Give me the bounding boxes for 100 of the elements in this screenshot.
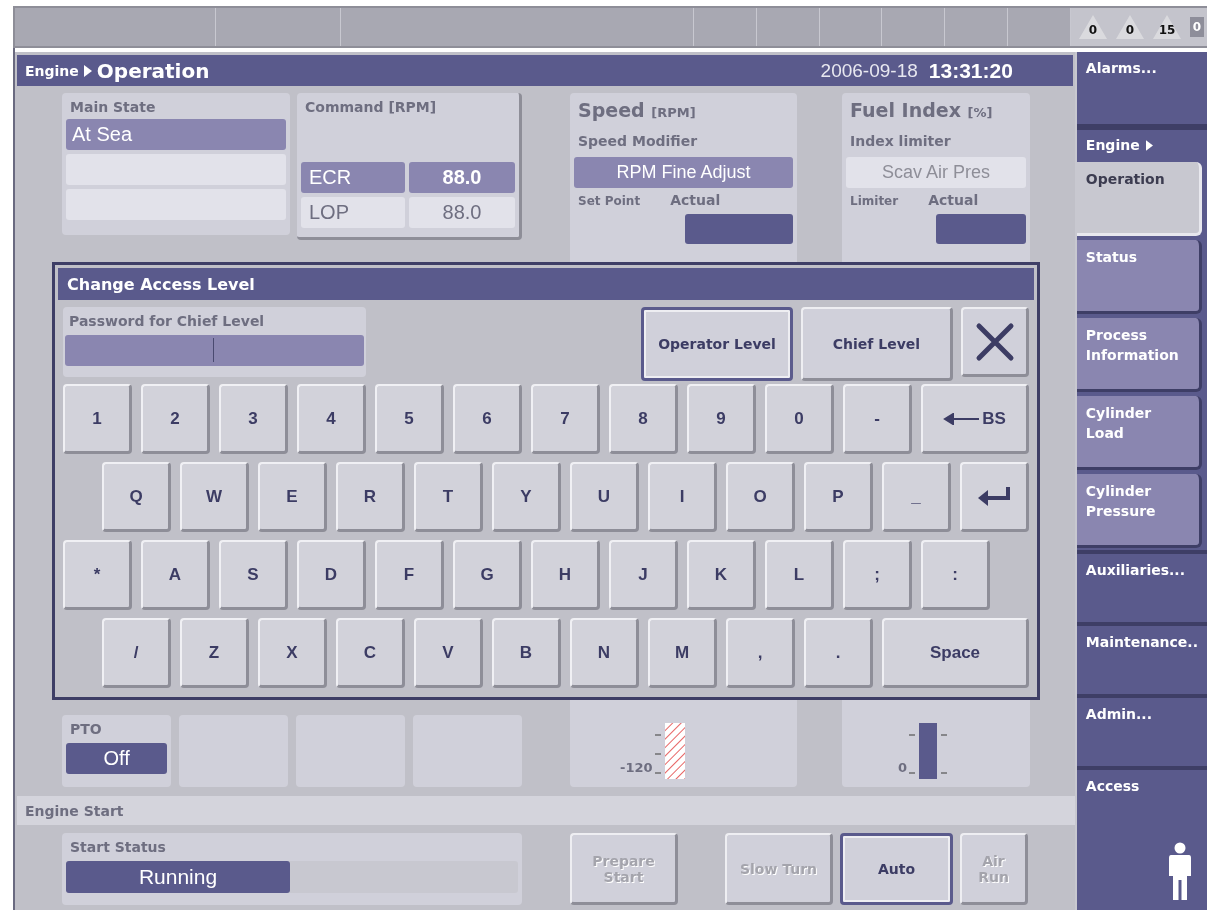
- access-panel[interactable]: Access: [1076, 766, 1207, 910]
- keyboard-key[interactable]: R: [336, 462, 405, 532]
- card-label: Main State: [69, 99, 157, 115]
- keyboard-key[interactable]: B: [492, 618, 561, 688]
- space-key[interactable]: Space: [882, 618, 1029, 688]
- keyboard-key[interactable]: 3: [219, 384, 288, 454]
- keyboard-key[interactable]: *: [63, 540, 132, 610]
- keyboard-key[interactable]: _: [882, 462, 951, 532]
- dialog-title: Change Access Level: [58, 268, 1034, 300]
- card-label: Command [RPM]: [304, 99, 438, 115]
- keyboard-key[interactable]: ;: [843, 540, 912, 610]
- keyboard-key[interactable]: ,: [726, 618, 795, 688]
- keyboard-key[interactable]: T: [414, 462, 483, 532]
- access-level-button[interactable]: Chief Level: [801, 307, 953, 381]
- keyboard-key[interactable]: 6: [453, 384, 522, 454]
- card-label: Start Status: [69, 839, 167, 855]
- keyboard-key[interactable]: .: [804, 618, 873, 688]
- keyboard-key[interactable]: Z: [180, 618, 249, 688]
- keyboard-key[interactable]: 5: [375, 384, 444, 454]
- menu-item[interactable]: Alarms...: [1076, 52, 1207, 124]
- start-status-value: Running: [66, 861, 290, 893]
- access-level-button[interactable]: Operator Level: [641, 307, 793, 381]
- keyboard-key[interactable]: A: [141, 540, 210, 610]
- menu-item[interactable]: Auxiliaries...: [1076, 550, 1207, 622]
- menu-heading: Engine: [1085, 137, 1140, 153]
- speed-modifier: RPM Fine Adjust: [574, 157, 793, 188]
- column-label: Actual: [669, 192, 721, 208]
- enter-key[interactable]: [960, 462, 1029, 532]
- menu-item[interactable]: Admin...: [1076, 694, 1207, 766]
- keyboard-key[interactable]: U: [570, 462, 639, 532]
- time: 13:31:20: [928, 58, 1013, 83]
- card-title: Speed [RPM]: [577, 99, 697, 121]
- keyboard-key[interactable]: E: [258, 462, 327, 532]
- keyboard-key[interactable]: Y: [492, 462, 561, 532]
- section-title: Engine Start: [25, 802, 124, 819]
- gauge-scale: [909, 723, 950, 779]
- arrow-icon: [1145, 139, 1153, 151]
- command-source: LOP: [301, 197, 405, 228]
- left-arrow-icon: [943, 412, 980, 425]
- column-label: Actual: [927, 192, 979, 208]
- keyboard-key[interactable]: 8: [609, 384, 678, 454]
- keyboard-key[interactable]: Q: [102, 462, 171, 532]
- column-label: Set Point: [577, 194, 641, 208]
- keyboard-key[interactable]: H: [531, 540, 600, 610]
- keyboard-key[interactable]: W: [180, 462, 249, 532]
- card-label: PTO: [69, 721, 103, 737]
- alarm-counter: 0: [1079, 15, 1107, 39]
- keyboard-key[interactable]: K: [687, 540, 756, 610]
- keyboard-key[interactable]: 0: [765, 384, 834, 454]
- close-button[interactable]: [961, 307, 1029, 377]
- index-limiter: Scav Air Pres: [846, 157, 1026, 188]
- keyboard-key[interactable]: O: [726, 462, 795, 532]
- close-icon: [974, 321, 1015, 362]
- column-label: Limiter: [849, 194, 899, 208]
- keyboard-key[interactable]: S: [219, 540, 288, 610]
- backspace-key[interactable]: BS: [921, 384, 1029, 454]
- keyboard-key[interactable]: X: [258, 618, 327, 688]
- command-value: 88.0: [409, 197, 515, 228]
- keyboard-key[interactable]: N: [570, 618, 639, 688]
- field-label: Password for Chief Level: [68, 313, 266, 329]
- keyboard-key[interactable]: 4: [297, 384, 366, 454]
- keyboard-key[interactable]: L: [765, 540, 834, 610]
- keyboard-key[interactable]: -: [843, 384, 912, 454]
- scale-label: -120: [620, 760, 653, 775]
- command-value: 88.0: [409, 162, 515, 193]
- keyboard-key[interactable]: I: [648, 462, 717, 532]
- state-item: At Sea: [66, 119, 286, 150]
- breadcrumb: Engine: [25, 62, 79, 79]
- command-source: ECR: [301, 162, 405, 193]
- keyboard-key[interactable]: 9: [687, 384, 756, 454]
- keyboard-key[interactable]: 1: [63, 384, 132, 454]
- arrow-icon: [83, 64, 92, 77]
- pto-value: Off: [66, 743, 168, 774]
- alarm-counter: 0: [1116, 15, 1144, 39]
- keyboard-key[interactable]: D: [297, 540, 366, 610]
- keyboard-key[interactable]: :: [921, 540, 990, 610]
- keyboard-key[interactable]: M: [648, 618, 717, 688]
- keyboard-key[interactable]: /: [102, 618, 171, 688]
- scale-label: 0: [898, 760, 908, 775]
- alarm-counter: 15: [1153, 15, 1181, 39]
- keyboard-key[interactable]: C: [336, 618, 405, 688]
- card-title: Fuel Index [%]: [849, 99, 994, 121]
- start-mode-button[interactable]: Auto: [840, 833, 953, 905]
- keyboard-key[interactable]: F: [375, 540, 444, 610]
- page-title: Operation: [96, 58, 210, 83]
- keyboard-key[interactable]: P: [804, 462, 873, 532]
- card-label: Speed Modifier: [577, 133, 699, 149]
- keyboard-key[interactable]: 7: [531, 384, 600, 454]
- keyboard-key[interactable]: V: [414, 618, 483, 688]
- keyboard-key[interactable]: 2: [141, 384, 210, 454]
- keyboard-key[interactable]: G: [453, 540, 522, 610]
- person-icon: [1168, 842, 1192, 902]
- card-label: Index limiter: [849, 133, 952, 149]
- enter-icon: [976, 484, 1012, 509]
- menu-item[interactable]: Maintenance..: [1076, 622, 1207, 694]
- menu-item-label: Access: [1085, 778, 1141, 794]
- password-field[interactable]: [65, 335, 364, 366]
- keyboard-key[interactable]: J: [609, 540, 678, 610]
- date: 2006-09-18: [820, 59, 918, 82]
- sidebar-tab[interactable]: Operation: [1076, 162, 1202, 236]
